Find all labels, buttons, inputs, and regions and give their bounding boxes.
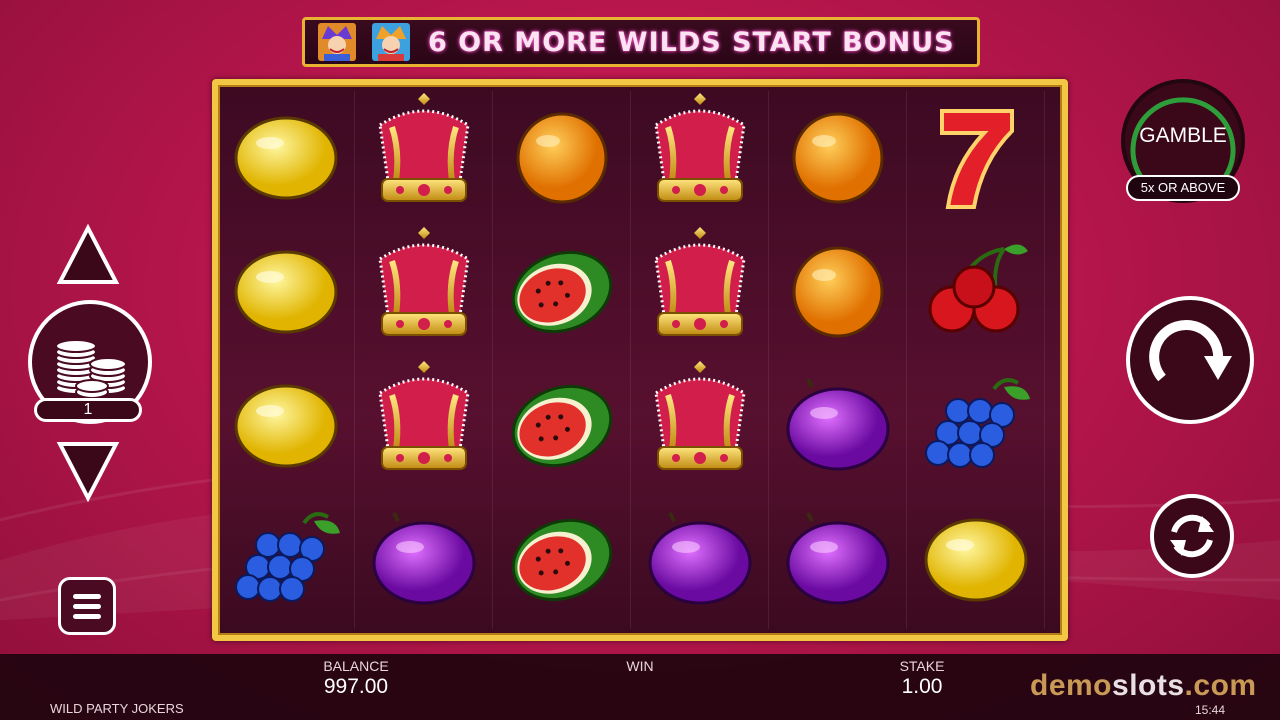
reel-1: [218, 91, 355, 629]
stake-value: 1.00: [901, 675, 943, 698]
crown-symbol-icon: [356, 225, 492, 359]
spin-arrow-icon: [1149, 320, 1232, 382]
cherries-symbol-icon: [908, 225, 1044, 359]
orange-symbol-icon: [770, 225, 906, 359]
seven-symbol-icon: [908, 91, 1044, 225]
game-name: WILD PARTY JOKERS: [50, 701, 184, 716]
plum-symbol-icon: [356, 493, 492, 627]
logo-slots: slots: [1112, 669, 1185, 702]
gamble-label: GAMBLE: [1139, 124, 1227, 147]
logo-demo: demo: [1030, 669, 1113, 702]
crown-symbol-icon: [632, 225, 768, 359]
menu-button[interactable]: [58, 577, 116, 635]
gamble-condition-label: 5x OR ABOVE: [1126, 175, 1240, 201]
hamburger-menu-icon: [73, 594, 101, 619]
grapes-symbol-icon: [908, 359, 1044, 493]
reel-2: [356, 91, 493, 629]
stake-label: STAKE: [899, 658, 945, 674]
lemon-symbol-icon: [908, 493, 1044, 627]
watermelon-symbol-icon: [494, 493, 630, 627]
reel-5: [770, 91, 907, 629]
autoplay-button[interactable]: [1150, 494, 1234, 578]
crown-symbol-icon: [356, 359, 492, 493]
win-label: WIN: [626, 658, 654, 674]
orange-symbol-icon: [494, 91, 630, 225]
plum-symbol-icon: [770, 493, 906, 627]
spin-button[interactable]: [1126, 296, 1254, 424]
crown-symbol-icon: [632, 91, 768, 225]
grapes-symbol-icon: [218, 493, 354, 627]
bonus-banner: 6 OR MORE WILDS START BONUS: [302, 17, 980, 67]
lemon-symbol-icon: [218, 91, 354, 225]
crown-symbol-icon: [356, 91, 492, 225]
jester-wild-icon: [372, 23, 410, 61]
reel-6: [908, 91, 1045, 629]
reels-frame: [212, 79, 1068, 641]
stake-down-arrow-icon[interactable]: [56, 440, 120, 502]
demoslots-logo: demoslots.com: [1030, 669, 1257, 703]
reel-4: [632, 91, 769, 629]
autoplay-refresh-icon: [1170, 514, 1214, 558]
orange-symbol-icon: [770, 91, 906, 225]
jester-wild-icon: [318, 23, 356, 61]
plum-symbol-icon: [770, 359, 906, 493]
stake-up-arrow-icon[interactable]: [56, 224, 120, 286]
crown-symbol-icon: [632, 359, 768, 493]
balance-value: 997.00: [323, 675, 389, 698]
banner-text: 6 OR MORE WILDS START BONUS: [428, 26, 955, 58]
watermelon-symbol-icon: [494, 225, 630, 359]
lemon-symbol-icon: [218, 225, 354, 359]
watermelon-symbol-icon: [494, 359, 630, 493]
reel-3: [494, 91, 631, 629]
stake-level-label: 1: [34, 398, 142, 422]
logo-com: .com: [1184, 669, 1257, 702]
plum-symbol-icon: [632, 493, 768, 627]
balance-label: BALANCE: [323, 658, 389, 674]
lemon-symbol-icon: [218, 359, 354, 493]
clock: 15:44: [1195, 703, 1226, 717]
